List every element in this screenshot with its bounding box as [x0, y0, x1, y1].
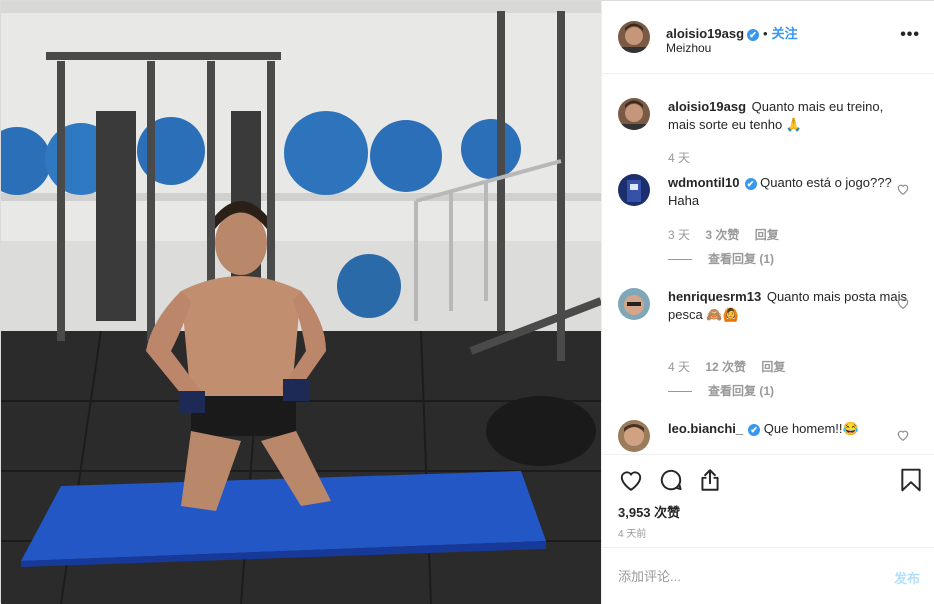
comment-username[interactable]: leo.bianchi_	[668, 421, 743, 436]
verified-badge-icon: ✔	[744, 178, 757, 190]
reply-button[interactable]: 回复	[755, 228, 779, 242]
replies-divider	[668, 259, 692, 261]
caption-text: aloisio19asg Quanto mais eu treino, mais…	[668, 98, 908, 134]
avatar-image	[618, 420, 650, 452]
gym-photo-illustration	[1, 1, 601, 604]
save-button[interactable]	[898, 467, 924, 493]
comment-body: Que homem!!😂	[763, 421, 859, 436]
avatar-image	[618, 98, 650, 130]
comment-input[interactable]	[618, 566, 878, 586]
share-icon	[701, 469, 719, 491]
verified-badge-icon: ✔	[748, 424, 761, 436]
like-comment-heart-icon[interactable]	[896, 428, 910, 442]
view-replies-label: 查看回复 (1)	[708, 384, 775, 398]
comment-text: henriquesrm13 Quanto mais posta mais pes…	[668, 288, 908, 324]
comment-meta: 3 天 3 次赞 回复	[668, 226, 791, 243]
verified-badge-icon: ✔	[747, 29, 760, 41]
avatar-image	[618, 288, 650, 320]
like-comment-heart-icon[interactable]	[896, 182, 910, 196]
follow-button[interactable]: 关注	[772, 26, 798, 41]
caption-meta: 4 天	[668, 149, 702, 166]
comment-bubble-icon	[660, 469, 682, 491]
bookmark-icon	[901, 468, 921, 492]
separator-dot: •	[763, 26, 768, 41]
avatar[interactable]	[618, 174, 650, 206]
view-replies-label: 查看回复 (1)	[708, 252, 775, 266]
heart-outline-icon	[897, 184, 909, 195]
avatar[interactable]	[618, 288, 650, 320]
comment-button[interactable]	[658, 467, 684, 493]
comment-text: wdmontil10 ✔ Quanto está o jogo??? Haha	[668, 174, 908, 210]
comment-username[interactable]: henriquesrm13	[668, 289, 761, 304]
more-options-icon[interactable]: •••	[900, 27, 920, 43]
avatar-image	[618, 174, 650, 206]
instagram-post-window: aloisio19asg ✔ • 关注 Meizhou ••• aloisio19as…	[0, 0, 934, 604]
avatar[interactable]	[618, 98, 650, 130]
post-comment-button[interactable]: 发布	[894, 568, 920, 587]
post-location[interactable]: Meizhou	[666, 41, 711, 55]
caption-time[interactable]: 4 天	[668, 151, 690, 165]
comment-time[interactable]: 4 天	[668, 360, 690, 374]
share-button[interactable]	[697, 467, 723, 493]
comment-time[interactable]: 3 天	[668, 228, 690, 242]
post-author: aloisio19asg ✔ • 关注	[666, 23, 798, 42]
reply-button[interactable]: 回复	[761, 360, 785, 374]
like-comment-heart-icon[interactable]	[896, 296, 910, 310]
avatar-image	[618, 21, 650, 53]
avatar[interactable]	[618, 21, 650, 53]
post-side-panel: aloisio19asg ✔ • 关注 Meizhou ••• aloisio19as…	[601, 1, 934, 604]
replies-divider	[668, 391, 692, 393]
comment-meta: 4 天 12 次赞 回复	[668, 358, 797, 375]
comment-username[interactable]: wdmontil10	[668, 175, 740, 190]
heart-icon	[620, 471, 642, 491]
heart-outline-icon	[897, 430, 909, 441]
comment-like-count[interactable]: 3 次赞	[705, 228, 739, 242]
post-actions: 3,953 次赞 4 天前	[602, 454, 934, 547]
post-timestamp[interactable]: 4 天前	[618, 525, 646, 540]
caption-username[interactable]: aloisio19asg	[668, 99, 746, 114]
view-replies-button[interactable]: 查看回复 (1)	[668, 250, 774, 267]
author-username[interactable]: aloisio19asg	[666, 26, 744, 41]
view-replies-button[interactable]: 查看回复 (1)	[668, 382, 774, 399]
comment-like-count[interactable]: 12 次赞	[705, 360, 746, 374]
comments-list[interactable]: aloisio19asg Quanto mais eu treino, mais…	[602, 74, 934, 454]
like-count[interactable]: 3,953 次赞	[618, 502, 680, 521]
heart-outline-icon	[897, 298, 909, 309]
like-button[interactable]	[618, 467, 644, 493]
add-comment-bar: 发布	[602, 547, 934, 604]
post-header: aloisio19asg ✔ • 关注 Meizhou •••	[602, 1, 934, 74]
avatar[interactable]	[618, 420, 650, 452]
comment-text: leo.bianchi_ ✔ Que homem!!😂	[668, 420, 908, 438]
post-photo[interactable]	[1, 1, 601, 604]
